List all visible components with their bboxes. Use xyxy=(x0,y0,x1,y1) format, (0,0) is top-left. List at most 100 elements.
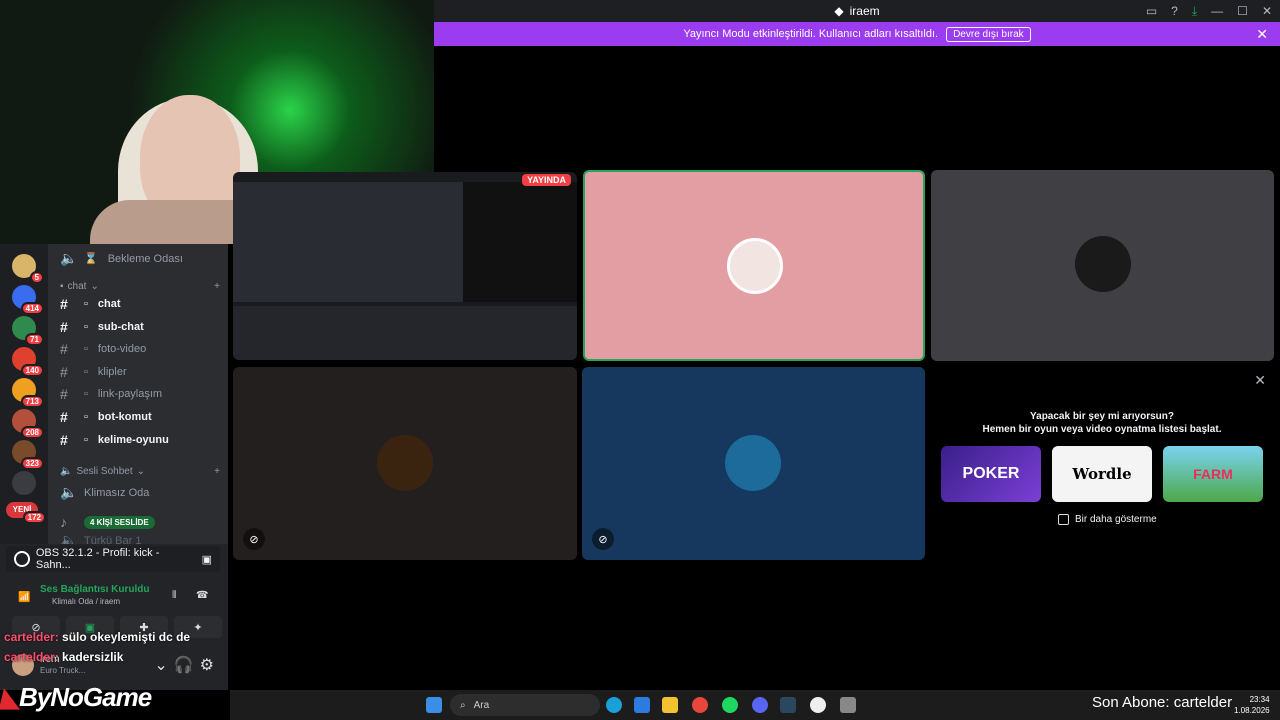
server-icon[interactable] xyxy=(12,471,36,495)
channel-1[interactable]: # ▫ sub-chat xyxy=(60,319,220,335)
live-badge: YAYINDA xyxy=(522,174,571,186)
dont-show-again[interactable]: Bir daha gösterme xyxy=(1058,514,1157,525)
server-icon[interactable]: 5 xyxy=(12,254,44,284)
banner-close-icon[interactable]: ✕ xyxy=(1256,26,1268,43)
chat-message: kadersizlik xyxy=(62,650,124,664)
activity-subtitle: Hemen bir oyun veya video oynatma listes… xyxy=(982,424,1222,435)
hourglass-icon: ⌛ xyxy=(84,253,98,265)
server-icon[interactable]: YENİ 172 xyxy=(6,502,46,524)
windows-start-icon[interactable] xyxy=(426,697,442,713)
channel-label: Klimasız Oda xyxy=(84,486,150,499)
hash-icon: # xyxy=(60,363,68,380)
notification-badge: 172 xyxy=(22,511,46,524)
category-voice[interactable]: 🔈 Sesli Sohbet ⌄ + xyxy=(60,466,220,477)
hash-icon: # xyxy=(60,386,68,403)
channel-0[interactable]: # ▫ chat xyxy=(60,296,220,312)
user-tile-blue[interactable]: ⊘ xyxy=(582,367,925,560)
activity-text: Yapacak bir şey mi arıyorsun? Hemen bir … xyxy=(930,410,1274,436)
channel-with-voice-pill[interactable]: ♪ 4 KİŞİ SESLİDE xyxy=(60,514,220,530)
channel-klimasiz-oda[interactable]: 🔈 Klimasız Oda xyxy=(60,484,220,501)
maximize-icon[interactable]: ☐ xyxy=(1237,4,1248,18)
channel-emoji-icon: ▫ xyxy=(84,320,88,333)
user-tile-pink[interactable] xyxy=(583,170,925,361)
channel-emoji-icon: ▫ xyxy=(84,433,88,446)
user-tile-gray[interactable] xyxy=(931,170,1274,361)
shared-chat-preview xyxy=(463,182,577,302)
streamer-mode-banner: Yayıncı Modu etkinleştirildi. Kullanıcı … xyxy=(434,22,1280,46)
channel-4[interactable]: # ▫ link-paylaşım xyxy=(60,386,220,402)
store-icon[interactable] xyxy=(634,697,650,713)
help-icon[interactable]: ? xyxy=(1171,4,1178,18)
server-icon[interactable]: 140 xyxy=(12,347,44,377)
close-icon[interactable]: ✕ xyxy=(1262,4,1272,18)
clock-date: 1.08.2026 xyxy=(1234,706,1270,715)
notification-badge: 323 xyxy=(20,457,44,470)
add-channel-icon[interactable]: + xyxy=(214,281,220,292)
chevron-down-icon: ⌄ xyxy=(90,281,99,292)
mic-muted-icon: ⊘ xyxy=(592,528,614,550)
channel-list: 🔈 ⌛ Bekleme Odası ▪ chat ⌄ + # ▫ chat # ▫ sub… xyxy=(48,244,228,548)
channel-waiting-room[interactable]: 🔈 ⌛ Bekleme Odası xyxy=(60,250,220,267)
voice-connection: Ses Bağlantısı Kuruldu Klimalı Oda / ira… xyxy=(6,578,220,614)
mic-muted-icon: ⊘ xyxy=(243,528,265,550)
game-poker[interactable]: POKER xyxy=(941,446,1041,502)
inbox-icon[interactable]: ▭ xyxy=(1146,4,1157,18)
server-icon[interactable]: 713 xyxy=(12,378,44,408)
channel-6[interactable]: # ▫ kelime-oyunu xyxy=(60,432,220,448)
category-chat[interactable]: ▪ chat ⌄ + xyxy=(60,281,220,292)
search-icon: ⌕ xyxy=(460,699,466,711)
speaker-icon: 🔈 xyxy=(60,250,78,266)
disable-button[interactable]: Devre dışı bırak xyxy=(946,26,1031,42)
app-icon[interactable] xyxy=(840,697,856,713)
notification-badge: 208 xyxy=(20,426,44,439)
user-tile-dark[interactable]: ⊘ xyxy=(233,367,577,560)
notification-badge: 71 xyxy=(25,333,44,346)
spotify-icon[interactable] xyxy=(722,697,738,713)
server-icon[interactable]: 71 xyxy=(12,316,44,346)
stop-stream-icon[interactable]: ▣ xyxy=(202,553,212,566)
channel-emoji-icon: ▫ xyxy=(84,298,88,310)
channel-3[interactable]: # ▫ klipler xyxy=(60,364,220,380)
chrome-icon[interactable] xyxy=(692,697,708,713)
title-bar: ◆ iraem ▭ ? ⤓ — ☐ ✕ xyxy=(434,0,1280,22)
server-icon[interactable]: 414 xyxy=(12,285,44,315)
settings-icon[interactable]: ⚙ xyxy=(200,655,214,675)
avatar xyxy=(725,435,781,491)
banner-message: Yayıncı Modu etkinleştirildi. Kullanıcı … xyxy=(683,28,939,40)
avatar xyxy=(727,238,783,294)
checkbox[interactable] xyxy=(1058,514,1069,525)
close-icon[interactable]: ✕ xyxy=(1254,372,1266,389)
channel-emoji-icon: ▫ xyxy=(84,343,88,356)
discord-taskbar-icon[interactable] xyxy=(752,697,768,713)
chevron-down-icon: ⌄ xyxy=(136,466,145,477)
server-icon[interactable]: 208 xyxy=(12,409,44,439)
disconnect-icon[interactable]: ☎ xyxy=(196,590,208,601)
channel-5[interactable]: # ▫ bot-komut xyxy=(60,409,220,425)
steam-icon[interactable] xyxy=(780,697,796,713)
obs-label: OBS 32.1.2 - Profil: kick - Sahn... xyxy=(35,547,160,571)
stream-chat-overlay: cartelder: sülo okeylemişti dc de carteld… xyxy=(4,630,190,670)
voice-location: Klimalı Oda / iraem xyxy=(52,597,121,606)
obs-taskbar-icon[interactable] xyxy=(810,697,826,713)
voice-status: Ses Bağlantısı Kuruldu xyxy=(40,584,150,595)
folder-icon[interactable] xyxy=(662,697,678,713)
minimize-icon[interactable]: — xyxy=(1211,4,1223,18)
game-wordle[interactable]: Wordle xyxy=(1052,446,1152,502)
game-farm[interactable]: FARM xyxy=(1163,446,1263,502)
screen-share-tile[interactable]: YAYINDA xyxy=(233,172,577,360)
soundboard-icon[interactable]: ⦀ xyxy=(172,590,176,601)
obs-activity[interactable]: OBS 32.1.2 - Profil: kick - Sahn... ▣ xyxy=(6,546,220,572)
hash-icon: # xyxy=(60,341,68,358)
notification-badge: 414 xyxy=(20,302,44,315)
edge-icon[interactable] xyxy=(606,697,622,713)
category-label: Sesli Sohbet xyxy=(76,466,133,477)
game-title: POKER xyxy=(962,465,1020,482)
add-channel-icon[interactable]: + xyxy=(214,466,220,477)
notification-badge: 5 xyxy=(29,271,44,284)
download-icon[interactable]: ⤓ xyxy=(1192,4,1197,19)
chat-message: sülo okeylemişti dc de xyxy=(62,630,191,644)
server-icon[interactable]: 323 xyxy=(12,440,44,470)
chat-user: cartelder: xyxy=(4,650,59,664)
channel-2[interactable]: # ▫ foto-video xyxy=(60,341,220,357)
taskbar-search[interactable]: ⌕ Ara xyxy=(450,694,600,716)
